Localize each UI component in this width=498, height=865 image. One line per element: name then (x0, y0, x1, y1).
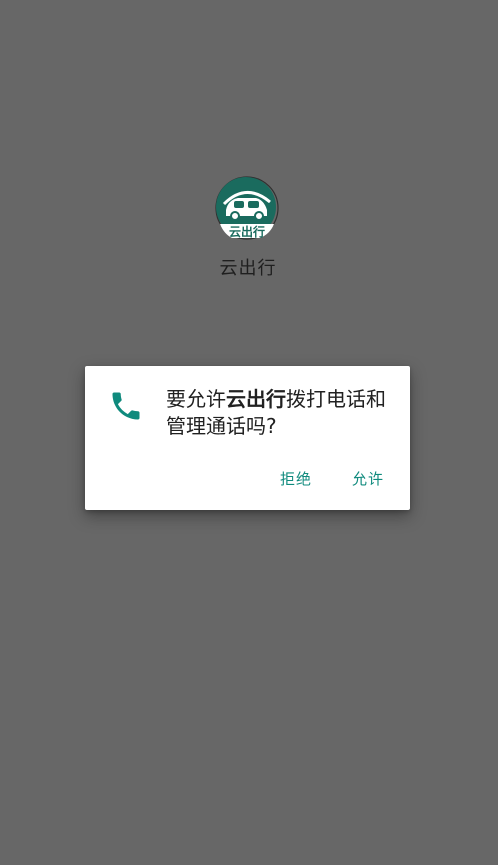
phone-icon (108, 388, 144, 424)
car-logo-icon: 云出行 (215, 176, 279, 240)
deny-button[interactable]: 拒绝 (278, 464, 314, 493)
allow-button[interactable]: 允许 (350, 464, 386, 493)
screen: 云出行 云出行 要允许云出行拨打电话和管理通话吗? 拒绝 允许 (0, 0, 498, 865)
app-logo: 云出行 (214, 176, 282, 244)
app-name: 云出行 (219, 258, 277, 279)
permission-message: 要允许云出行拨打电话和管理通话吗? (166, 386, 402, 440)
dialog-actions: 拒绝 允许 (278, 464, 386, 493)
logo-text: 云出行 (229, 224, 265, 239)
permission-dialog: 要允许云出行拨打电话和管理通话吗? 拒绝 允许 (85, 366, 410, 510)
message-prefix: 要允许 (166, 387, 226, 411)
message-app-name: 云出行 (226, 387, 286, 411)
